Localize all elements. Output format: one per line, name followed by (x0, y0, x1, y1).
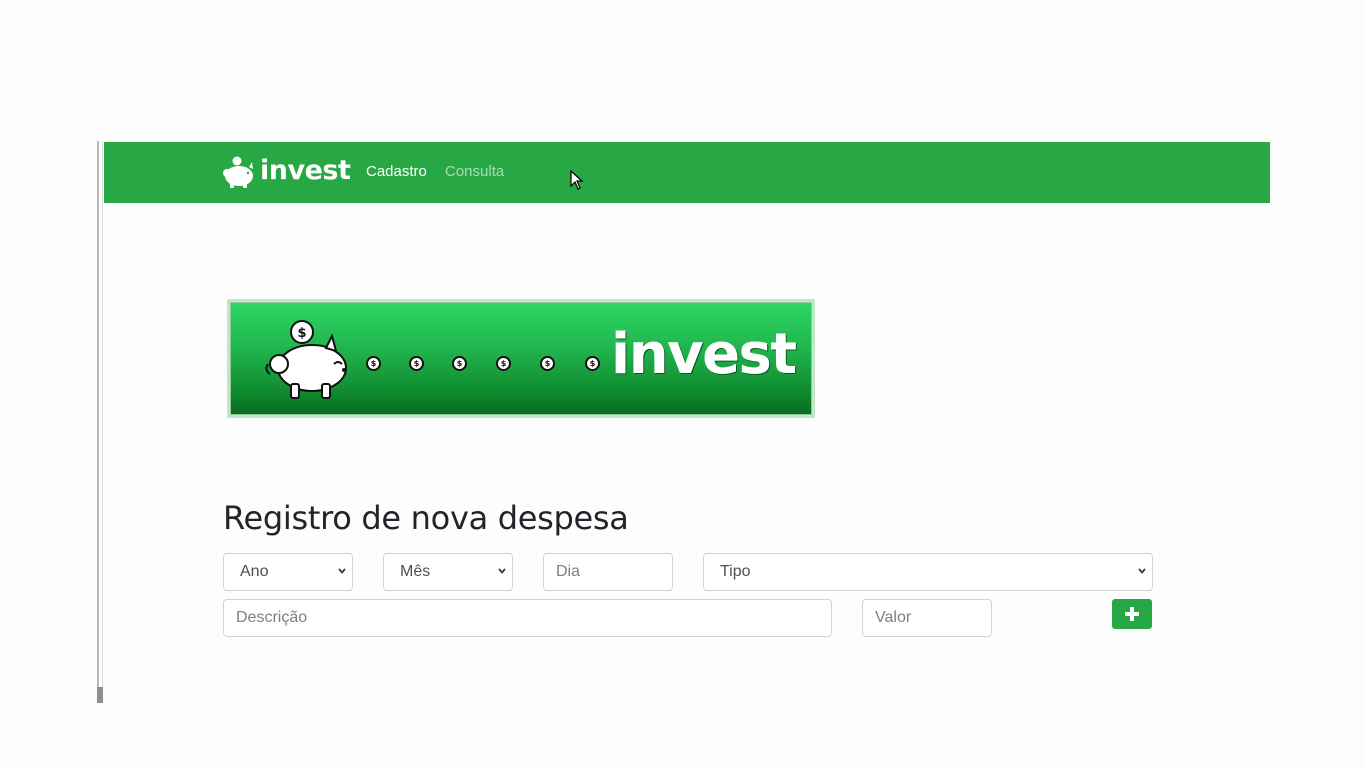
chevron-down-icon (338, 568, 346, 574)
add-expense-button[interactable] (1112, 599, 1152, 629)
banner-logo-text: invest (611, 322, 797, 387)
nav-link-consulta[interactable]: Consulta (445, 163, 504, 180)
piggy-bank-icon: $ (265, 320, 347, 399)
mes-select-value: Mês (400, 563, 431, 580)
coin-icon: $ (585, 356, 600, 371)
chevron-down-icon (1138, 568, 1146, 574)
coin-icon: $ (540, 356, 555, 371)
chevron-down-icon (498, 568, 506, 574)
tipo-select-value: Tipo (720, 563, 751, 580)
ano-select[interactable]: Ano (223, 553, 353, 591)
coin-icon: $ (496, 356, 511, 371)
piggy-bank-icon (223, 155, 253, 188)
brand-name: invest (260, 155, 351, 186)
coin-icon: $ (452, 356, 467, 371)
valor-input[interactable]: Valor (862, 599, 992, 637)
page-title: Registro de nova despesa (223, 499, 629, 537)
descricao-input[interactable]: Descrição (223, 599, 832, 637)
descricao-input-placeholder: Descrição (236, 609, 308, 626)
nav-link-cadastro[interactable]: Cadastro (366, 163, 427, 180)
plus-icon (1125, 607, 1139, 621)
tipo-select[interactable]: Tipo (703, 553, 1153, 591)
mouse-cursor-icon (570, 170, 584, 190)
dia-input-placeholder: Dia (556, 563, 581, 580)
dia-input[interactable]: Dia (543, 553, 673, 591)
svg-text:$: $ (297, 326, 306, 341)
mes-select[interactable]: Mês (383, 553, 513, 591)
scrollbar-thumb[interactable] (97, 687, 103, 703)
browser-frame-edge (97, 141, 103, 703)
brand-logo[interactable]: invest (222, 153, 351, 191)
ano-select-value: Ano (240, 563, 269, 580)
hero-banner: $ $ $ $ $ $ $ invest (227, 299, 815, 418)
navbar: invest Cadastro Consulta (104, 142, 1270, 203)
coin-icon: $ (409, 356, 424, 371)
coin-icon: $ (366, 356, 381, 371)
valor-input-placeholder: Valor (875, 609, 912, 626)
